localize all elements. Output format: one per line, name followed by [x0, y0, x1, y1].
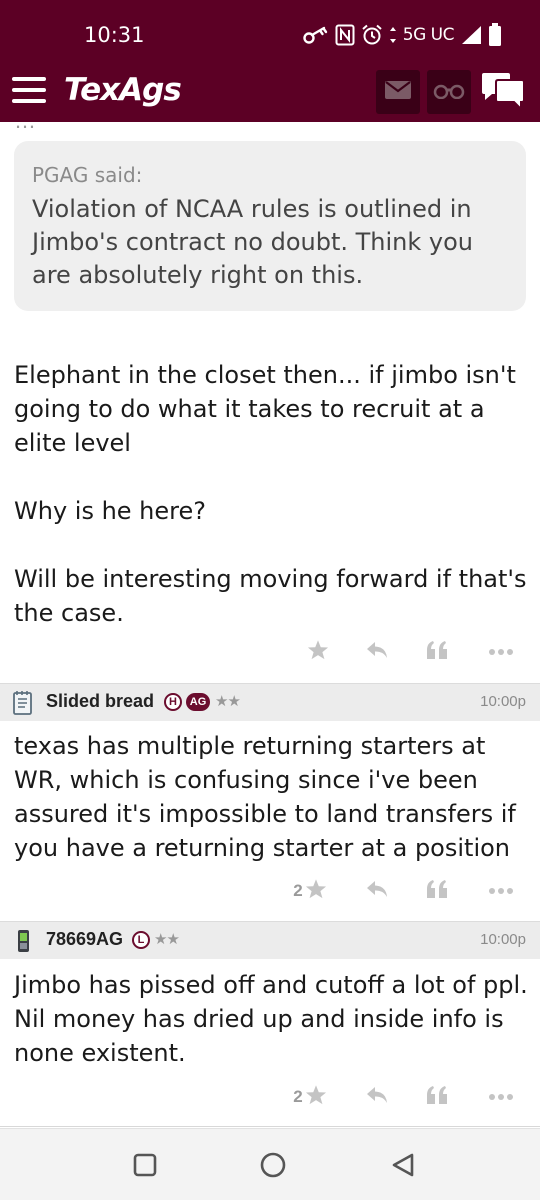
- status-bar: 10:31 5G UC: [0, 0, 540, 60]
- badge-ag: AG: [186, 693, 210, 711]
- post-actions: 2: [0, 1077, 540, 1117]
- more-button[interactable]: [484, 1077, 518, 1117]
- vpn-key-icon: [303, 25, 329, 45]
- star-count: 2: [293, 881, 303, 900]
- signal-icon: [460, 25, 482, 45]
- home-circle-icon[interactable]: [259, 1151, 287, 1179]
- battery-icon: [488, 23, 502, 47]
- star-button[interactable]: [300, 632, 334, 672]
- watch-button[interactable]: [427, 70, 471, 114]
- reply-button[interactable]: [361, 871, 393, 911]
- badge-h: H: [164, 693, 182, 711]
- notepad-icon: [12, 690, 34, 716]
- quote-author: PGAG said:: [32, 163, 143, 187]
- reply-icon: [365, 879, 389, 904]
- star-icon: [305, 878, 327, 905]
- more-button[interactable]: [484, 632, 518, 672]
- post-body: texas has multiple returning starters at…: [14, 729, 530, 865]
- status-icons: 5G UC: [303, 22, 502, 48]
- post-body: Jimbo has pissed off and cutoff a lot of…: [14, 968, 530, 1070]
- quote-icon: [425, 1085, 449, 1110]
- quote-button[interactable]: [420, 871, 454, 911]
- post-actions: 2: [0, 871, 540, 911]
- post-time: 10:00p: [480, 931, 526, 948]
- thread-content[interactable]: … PGAG said: Violation of NCAA rules is …: [0, 122, 540, 1128]
- user-stars: ★★: [154, 931, 180, 948]
- messages-button[interactable]: [376, 70, 420, 114]
- reply-button[interactable]: [361, 1077, 393, 1117]
- data-arrows-icon: [389, 26, 397, 44]
- post-paragraph: Elephant in the closet then... if jimbo …: [14, 361, 516, 457]
- post-actions: [0, 632, 540, 672]
- post-paragraph: texas has multiple returning starters at…: [14, 732, 516, 862]
- quote-icon: [425, 879, 449, 904]
- post-author[interactable]: 78669AG: [46, 929, 123, 950]
- chat-icon[interactable]: [480, 72, 526, 112]
- binoculars-icon: [433, 81, 465, 104]
- recents-square-icon[interactable]: [131, 1151, 159, 1179]
- more-icon: [488, 882, 514, 900]
- star-icon: [307, 639, 329, 666]
- more-button[interactable]: [484, 871, 518, 911]
- phone-icon: [12, 928, 34, 954]
- quote-button[interactable]: [420, 632, 454, 672]
- user-stars: ★★: [215, 693, 241, 710]
- more-icon: [488, 1088, 514, 1106]
- star-count: 2: [293, 1087, 303, 1106]
- post-paragraph: Why is he here?: [14, 497, 206, 525]
- app-bar: TexAgs: [0, 60, 540, 122]
- quote-button[interactable]: [420, 1077, 454, 1117]
- badge-l: L: [132, 931, 150, 949]
- clipped-text: …: [14, 122, 36, 134]
- star-button[interactable]: 2: [286, 1077, 334, 1117]
- alarm-icon: [361, 24, 383, 46]
- reply-button[interactable]: [361, 632, 393, 672]
- status-time: 10:31: [84, 23, 145, 47]
- post-header: Slided bread H AG ★★ 10:00p: [0, 683, 540, 721]
- menu-icon[interactable]: [12, 77, 46, 103]
- mail-icon: [385, 80, 411, 104]
- post-author[interactable]: Slided bread: [46, 691, 154, 712]
- post-body: Elephant in the closet then... if jimbo …: [14, 358, 530, 630]
- app-header: 10:31 5G UC TexAgs: [0, 0, 540, 122]
- back-triangle-icon[interactable]: [389, 1151, 417, 1179]
- system-nav-bar: [0, 1128, 540, 1200]
- post-paragraph: Will be interesting moving forward if th…: [14, 565, 527, 627]
- post-paragraph: Jimbo has pissed off and cutoff a lot of…: [14, 971, 528, 1067]
- post-header: 78669AG L ★★ 10:00p: [0, 921, 540, 959]
- network-label: 5G UC: [402, 25, 455, 45]
- star-button[interactable]: 2: [286, 871, 334, 911]
- star-icon: [305, 1084, 327, 1111]
- post-divider: [0, 1126, 540, 1127]
- nfc-icon: [335, 24, 355, 46]
- texags-logo[interactable]: TexAgs: [64, 72, 182, 108]
- more-icon: [488, 643, 514, 661]
- quote-icon: [425, 640, 449, 665]
- quote-block: PGAG said: Violation of NCAA rules is ou…: [14, 141, 526, 311]
- reply-icon: [365, 1085, 389, 1110]
- reply-icon: [365, 640, 389, 665]
- post-time: 10:00p: [480, 693, 526, 710]
- quote-text: Violation of NCAA rules is outlined in J…: [32, 195, 474, 289]
